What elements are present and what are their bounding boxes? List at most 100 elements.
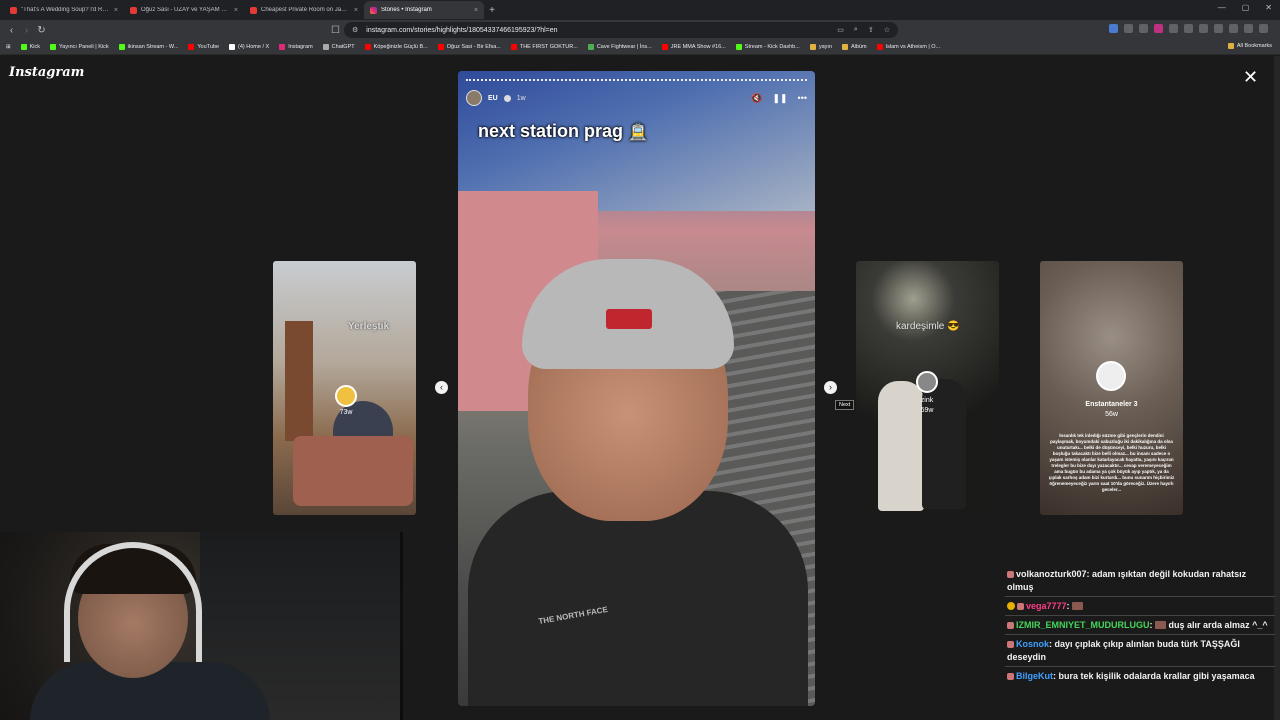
side-story-next[interactable]: kardeşimle 😎 zink 59w bbox=[856, 261, 999, 515]
window-controls: — ▢ ✕ bbox=[1218, 3, 1272, 12]
youtube-icon bbox=[510, 44, 517, 50]
all-bookmarks[interactable]: All Bookmarks bbox=[1227, 43, 1272, 49]
kick-icon bbox=[118, 44, 125, 50]
door-image bbox=[285, 321, 313, 441]
youtube-icon bbox=[661, 44, 668, 50]
tab-4[interactable]: Stories • Instagram × bbox=[364, 1, 484, 19]
share-icon[interactable]: ⇪ bbox=[868, 26, 874, 34]
extension-icon[interactable] bbox=[1139, 24, 1148, 33]
bookmark-item[interactable]: ikinsan Stream - W... bbox=[118, 44, 178, 50]
chat-text: bura tek kişilik odalarda krallar gibi y… bbox=[1058, 671, 1255, 681]
bookmark-item[interactable]: ChatGPT bbox=[322, 44, 355, 50]
bookmark-item[interactable]: (4) Home / X bbox=[229, 44, 269, 50]
extension-icon[interactable] bbox=[1109, 24, 1118, 33]
story-username[interactable]: EU bbox=[488, 95, 498, 102]
bookmark-folder[interactable]: Albüm bbox=[841, 44, 867, 50]
avatar[interactable] bbox=[466, 90, 482, 106]
puzzle-icon[interactable] bbox=[1184, 24, 1193, 33]
bookmark-item[interactable]: Kick bbox=[20, 44, 40, 50]
bookmark-folder[interactable]: yayın bbox=[809, 44, 832, 50]
close-tab-icon[interactable]: × bbox=[234, 7, 238, 14]
folder-icon bbox=[809, 44, 816, 50]
bookmark-item[interactable]: Cave Fightwear | İns... bbox=[587, 44, 652, 50]
apps-icon[interactable]: ⊞ bbox=[6, 44, 11, 50]
reload-icon[interactable]: ↻ bbox=[34, 25, 49, 36]
badge-icon bbox=[1007, 622, 1014, 629]
previous-story-button[interactable]: ‹ bbox=[435, 381, 448, 394]
close-icon[interactable]: ✕ bbox=[1243, 68, 1258, 86]
tab-3[interactable]: Cheapest Private Room on Japan's O× bbox=[244, 1, 364, 19]
instagram-logo[interactable]: Instagram bbox=[9, 65, 84, 80]
tram-icon: 🚊 bbox=[628, 124, 648, 141]
pause-icon[interactable]: ❚❚ bbox=[772, 93, 787, 104]
site-info-icon[interactable]: ⚙ bbox=[352, 26, 358, 34]
bookmark-item[interactable]: Islam vs Atheism | O... bbox=[876, 44, 940, 50]
bookmark-item[interactable]: Instagram bbox=[279, 44, 313, 50]
avatar bbox=[335, 385, 357, 407]
sidebar-icon[interactable] bbox=[1229, 24, 1238, 33]
bookmark-item[interactable]: JRE MMA Show #16... bbox=[661, 44, 726, 50]
reading-list-icon[interactable] bbox=[1214, 24, 1223, 33]
new-tab-button[interactable]: + bbox=[484, 5, 500, 16]
youtube-icon bbox=[188, 44, 195, 50]
next-story-button[interactable]: › bbox=[824, 381, 837, 394]
bookmark-star-icon[interactable]: ☐ bbox=[328, 25, 343, 36]
extension-icon[interactable] bbox=[1154, 24, 1163, 33]
address-bar[interactable]: ⚙ instagram.com/stories/highlights/18054… bbox=[344, 22, 898, 38]
x-icon bbox=[229, 44, 236, 50]
music-icon[interactable] bbox=[1199, 24, 1208, 33]
bookmark-item[interactable]: Yayıncı Paneli | Kick bbox=[50, 44, 109, 50]
minimize-icon[interactable]: — bbox=[1218, 3, 1226, 12]
bookmark-item[interactable]: Köpeğinizle Güçlü B... bbox=[364, 44, 428, 50]
story-header: EU 1w 🔇 ❚❚ ••• bbox=[466, 89, 807, 107]
tab-bar: "That's A Wedding Soup? I'd Rather × Oğuz… bbox=[0, 0, 1280, 20]
side-story-next-2[interactable]: Enstantaneler 3 56w İnsanlık tek inledığ… bbox=[1040, 261, 1183, 515]
avatar bbox=[916, 371, 938, 393]
youtube-icon bbox=[364, 44, 371, 50]
chat-username: BilgeKut bbox=[1016, 671, 1053, 681]
mute-icon[interactable]: 🔇 bbox=[751, 93, 762, 104]
story-label: Yerleştik bbox=[348, 321, 390, 332]
chat-message: BilgeKut: bura tek kişilik odalarda kral… bbox=[1005, 670, 1275, 685]
close-tab-icon[interactable]: × bbox=[114, 7, 118, 14]
main-story[interactable]: THE NORTH FACE EU 1w 🔇 ❚❚ ••• next stati… bbox=[458, 71, 815, 706]
badge-icon bbox=[1007, 673, 1014, 680]
tab-1[interactable]: "That's A Wedding Soup? I'd Rather × bbox=[4, 1, 124, 19]
extensions-area bbox=[1109, 24, 1268, 33]
back-icon[interactable]: ‹ bbox=[4, 25, 19, 36]
install-icon[interactable]: ▭ bbox=[837, 26, 844, 34]
profile-icon[interactable] bbox=[1244, 24, 1253, 33]
youtube-icon bbox=[10, 6, 17, 14]
story-time: 73w bbox=[339, 409, 353, 416]
story-label: kardeşimle 😎 bbox=[896, 321, 960, 332]
folder-icon bbox=[1227, 43, 1234, 49]
badge-icon bbox=[1007, 571, 1014, 578]
bookmark-item[interactable]: THE FIRST GOKTUR... bbox=[510, 44, 578, 50]
avatar bbox=[1096, 361, 1126, 391]
tab-2[interactable]: Oğuz Sasi - UZAY ve YAŞAM Teorileri× bbox=[124, 1, 244, 19]
star-icon[interactable]: ☆ bbox=[884, 26, 890, 34]
emote-icon bbox=[1072, 602, 1084, 610]
menu-icon[interactable] bbox=[1259, 24, 1268, 33]
zoom-icon[interactable]: ⌕ bbox=[854, 26, 858, 34]
kick-icon bbox=[20, 44, 27, 50]
extension-icon[interactable] bbox=[1124, 24, 1133, 33]
story-progress-bar bbox=[466, 79, 807, 81]
forward-icon[interactable]: › bbox=[19, 25, 34, 36]
close-tab-icon[interactable]: × bbox=[354, 7, 358, 14]
bookmark-item[interactable]: YouTube bbox=[188, 44, 219, 50]
bookmark-item[interactable]: Oğuz Sasi - Bir Efsa... bbox=[437, 44, 501, 50]
extension-icon[interactable] bbox=[1169, 24, 1178, 33]
more-icon[interactable]: ••• bbox=[798, 93, 807, 104]
side-story-previous[interactable]: Yerleştik 73w bbox=[273, 261, 416, 515]
story-time: 1w bbox=[516, 94, 526, 102]
bookmark-item[interactable]: Stream - Kick Dashb... bbox=[735, 44, 800, 50]
badge-icon bbox=[1017, 603, 1024, 610]
youtube-icon bbox=[250, 6, 257, 14]
browser-toolbar: ‹ › ↻ ☐ ⚙ instagram.com/stories/highligh… bbox=[0, 20, 1280, 40]
youtube-icon bbox=[437, 44, 444, 50]
close-tab-icon[interactable]: × bbox=[474, 7, 478, 14]
close-window-icon[interactable]: ✕ bbox=[1265, 3, 1272, 12]
story-caption: next station prag 🚊 bbox=[478, 121, 648, 142]
maximize-icon[interactable]: ▢ bbox=[1242, 3, 1250, 12]
